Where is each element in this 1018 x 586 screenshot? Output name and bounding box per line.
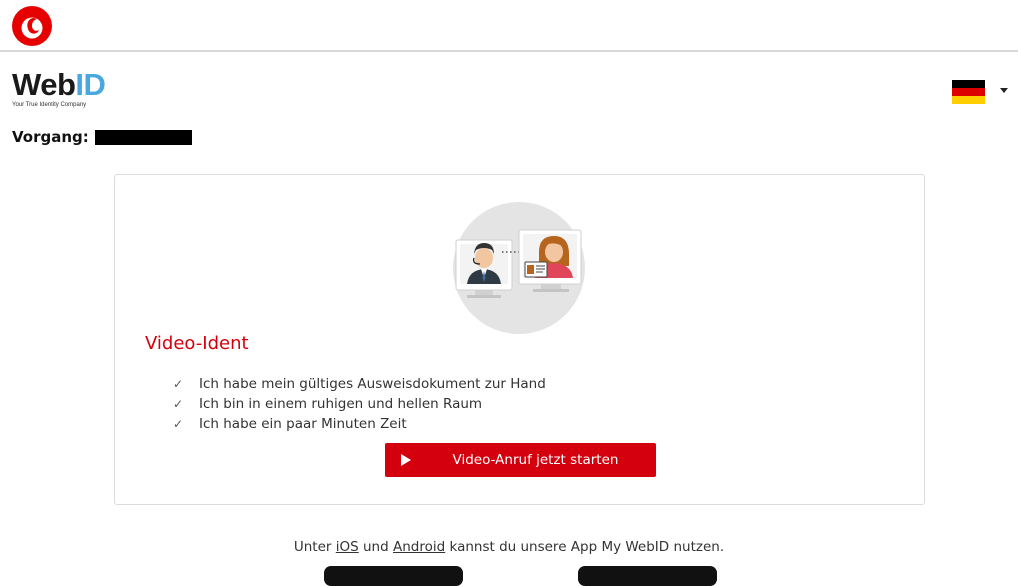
- start-video-call-label: Video-Anruf jetzt starten: [452, 452, 619, 468]
- video-call-illustration-icon: [453, 202, 585, 334]
- requirement-text: Ich habe ein paar Minuten Zeit: [199, 416, 407, 432]
- footer-prefix: Unter: [293, 539, 332, 555]
- android-link[interactable]: Android: [393, 539, 445, 555]
- caret-down-icon: [1000, 88, 1008, 93]
- check-mark-icon: ✓: [173, 397, 184, 411]
- check-mark-icon: ✓: [173, 377, 184, 391]
- webid-wordmark: WebID: [12, 67, 106, 102]
- webid-logo: WebID Your True Identity Company: [12, 67, 106, 108]
- list-item: ✓ Ich habe ein paar Minuten Zeit: [173, 414, 546, 434]
- google-play-badge[interactable]: [578, 566, 717, 586]
- requirements-list: ✓ Ich habe mein gültiges Ausweisdokument …: [173, 374, 546, 434]
- video-ident-card: Video-Ident ✓ Ich habe mein gültiges Ausw…: [114, 174, 925, 505]
- webid-tagline: Your True Identity Company: [12, 102, 87, 108]
- webid-wordmark-id: ID: [75, 67, 106, 102]
- requirement-text: Ich bin in einem ruhigen und hellen Raum: [199, 396, 483, 412]
- process-label: Vorgang:: [12, 128, 89, 146]
- app-store-badge[interactable]: [324, 566, 463, 586]
- process-id-redacted: [94, 129, 192, 145]
- footer-and: und: [363, 539, 389, 555]
- language-selector[interactable]: [952, 80, 1008, 106]
- vodafone-logo-icon[interactable]: [12, 6, 52, 46]
- ios-link[interactable]: iOS: [336, 539, 359, 555]
- top-header: [0, 0, 1018, 52]
- check-mark-icon: ✓: [173, 417, 184, 431]
- list-item: ✓ Ich habe mein gültiges Ausweisdokument …: [173, 374, 546, 394]
- app-promo-text: Unter iOS und Android kannst du unsere A…: [0, 539, 1018, 555]
- requirement-text: Ich habe mein gültiges Ausweisdokument z…: [199, 376, 546, 392]
- footer-suffix: kannst du unsere App My WebID nutzen.: [449, 539, 725, 555]
- card-title: Video-Ident: [145, 333, 249, 354]
- webid-wordmark-web: Web: [12, 67, 76, 102]
- german-flag-icon: [952, 80, 985, 104]
- process-info: Vorgang:: [12, 128, 192, 146]
- list-item: ✓ Ich bin in einem ruhigen und hellen Rau…: [173, 394, 546, 414]
- start-video-call-button[interactable]: Video-Anruf jetzt starten: [385, 443, 656, 477]
